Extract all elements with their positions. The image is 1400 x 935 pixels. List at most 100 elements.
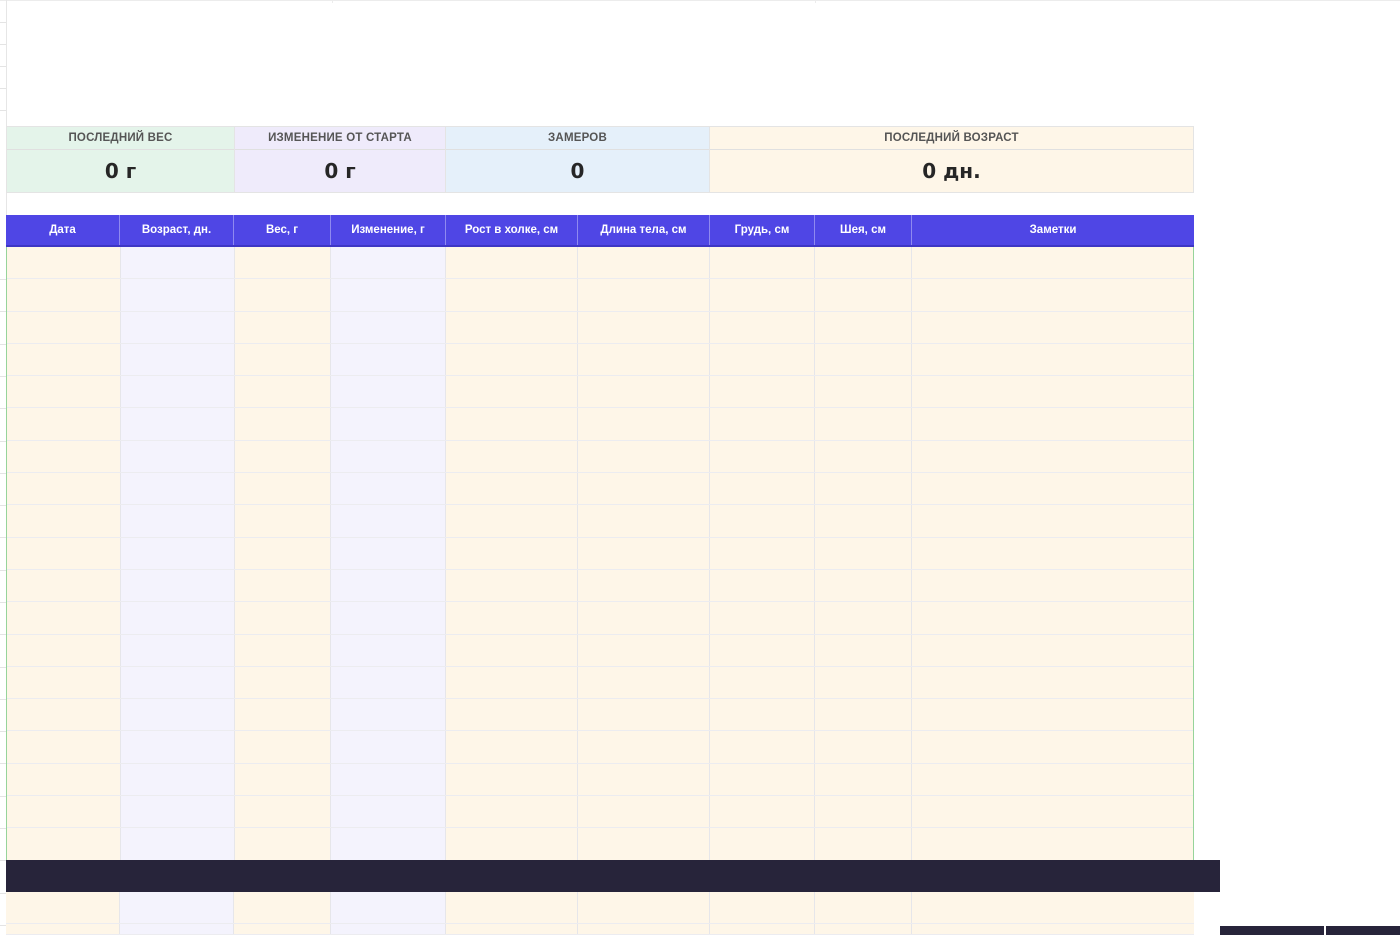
- table-cell[interactable]: [814, 440, 912, 473]
- table-cell[interactable]: [911, 473, 1194, 505]
- table-cell[interactable]: [709, 731, 815, 763]
- table-cell[interactable]: [911, 763, 1194, 796]
- table-cell[interactable]: [814, 247, 912, 279]
- column-header-age[interactable]: Возраст, дн.: [120, 215, 234, 245]
- table-cell[interactable]: [446, 247, 579, 279]
- table-cell[interactable]: [446, 828, 579, 860]
- table-cell[interactable]: [578, 796, 710, 828]
- table-cell[interactable]: [911, 343, 1194, 376]
- table-cell[interactable]: [331, 247, 447, 279]
- column-header-neck[interactable]: Шея, см: [815, 215, 912, 245]
- table-cell[interactable]: [234, 699, 332, 731]
- table-cell[interactable]: [7, 343, 121, 376]
- column-header-chest[interactable]: Грудь, см: [710, 215, 815, 245]
- table-cell[interactable]: [911, 602, 1194, 634]
- table-cell[interactable]: [709, 602, 815, 634]
- table-cell[interactable]: [578, 634, 710, 666]
- table-cell[interactable]: [814, 537, 912, 569]
- table-cell[interactable]: [331, 892, 446, 924]
- table-cell[interactable]: [234, 892, 331, 924]
- table-cell[interactable]: [709, 376, 815, 408]
- table-cell[interactable]: [814, 311, 912, 343]
- table-cell[interactable]: [709, 440, 815, 473]
- table-cell[interactable]: [446, 537, 579, 569]
- table-cell[interactable]: [331, 279, 447, 311]
- table-cell[interactable]: [6, 924, 120, 935]
- table-cell[interactable]: [331, 408, 447, 440]
- table-cell[interactable]: [331, 343, 447, 376]
- table-cell[interactable]: [446, 796, 579, 828]
- table-cell[interactable]: [6, 892, 120, 924]
- table-cell[interactable]: [120, 311, 235, 343]
- table-cell[interactable]: [578, 731, 710, 763]
- table-cell[interactable]: [234, 763, 332, 796]
- table-cell[interactable]: [814, 666, 912, 699]
- table-cell[interactable]: [814, 731, 912, 763]
- table-cell[interactable]: [120, 408, 235, 440]
- table-cell[interactable]: [120, 473, 235, 505]
- table-cell[interactable]: [911, 247, 1194, 279]
- table-cell[interactable]: [446, 666, 579, 699]
- table-cell[interactable]: [7, 602, 121, 634]
- table-cell[interactable]: [120, 634, 235, 666]
- table-cell[interactable]: [911, 828, 1194, 860]
- table-cell[interactable]: [331, 376, 447, 408]
- table-cell[interactable]: [331, 699, 447, 731]
- column-header-body-length[interactable]: Длина тела, см: [578, 215, 710, 245]
- table-cell[interactable]: [234, 247, 332, 279]
- table-cell[interactable]: [234, 602, 332, 634]
- table-cell[interactable]: [911, 634, 1194, 666]
- table-cell[interactable]: [7, 279, 121, 311]
- table-cell[interactable]: [578, 279, 710, 311]
- table-cell[interactable]: [814, 473, 912, 505]
- table-cell[interactable]: [331, 602, 447, 634]
- table-cell[interactable]: [234, 666, 332, 699]
- table-cell[interactable]: [446, 569, 579, 602]
- table-cell[interactable]: [911, 505, 1194, 537]
- table-cell[interactable]: [446, 634, 579, 666]
- table-cell[interactable]: [814, 763, 912, 796]
- table-cell[interactable]: [446, 763, 579, 796]
- summary-card-last-age[interactable]: ПОСЛЕДНИЙ ВОЗРАСТ 0 дн.: [710, 126, 1194, 193]
- table-cell[interactable]: [911, 537, 1194, 569]
- table-cell[interactable]: [814, 505, 912, 537]
- table-cell[interactable]: [911, 569, 1194, 602]
- table-cell[interactable]: [911, 376, 1194, 408]
- table-cell[interactable]: [331, 473, 447, 505]
- table-cell[interactable]: [7, 731, 121, 763]
- table-cell[interactable]: [331, 796, 447, 828]
- table-cell[interactable]: [578, 376, 710, 408]
- table-cell[interactable]: [234, 279, 332, 311]
- table-cell[interactable]: [120, 376, 235, 408]
- table-cell[interactable]: [814, 408, 912, 440]
- table-cell[interactable]: [911, 279, 1194, 311]
- table-cell[interactable]: [120, 731, 235, 763]
- summary-card-change-from-start[interactable]: ИЗМЕНЕНИЕ ОТ СТАРТА 0 г: [235, 126, 446, 193]
- table-cell[interactable]: [234, 343, 332, 376]
- table-cell[interactable]: [120, 763, 235, 796]
- table-cell[interactable]: [446, 311, 579, 343]
- table-cell[interactable]: [814, 634, 912, 666]
- table-cell[interactable]: [578, 537, 710, 569]
- table-cell[interactable]: [578, 828, 710, 860]
- table-cell[interactable]: [7, 569, 121, 602]
- table-cell[interactable]: [7, 634, 121, 666]
- table-cell[interactable]: [911, 731, 1194, 763]
- table-cell[interactable]: [710, 924, 815, 935]
- table-cell[interactable]: [578, 892, 710, 924]
- table-cell[interactable]: [331, 505, 447, 537]
- table-cell[interactable]: [709, 634, 815, 666]
- table-cell[interactable]: [709, 343, 815, 376]
- column-header-date[interactable]: Дата: [6, 215, 120, 245]
- table-cell[interactable]: [578, 602, 710, 634]
- table-cell[interactable]: [446, 924, 578, 935]
- table-cell[interactable]: [331, 666, 447, 699]
- table-cell[interactable]: [7, 505, 121, 537]
- table-cell[interactable]: [331, 311, 447, 343]
- table-cell[interactable]: [120, 440, 235, 473]
- table-cell[interactable]: [120, 247, 235, 279]
- table-cell[interactable]: [578, 311, 710, 343]
- table-cell[interactable]: [446, 699, 579, 731]
- table-cell[interactable]: [709, 279, 815, 311]
- table-cell[interactable]: [709, 699, 815, 731]
